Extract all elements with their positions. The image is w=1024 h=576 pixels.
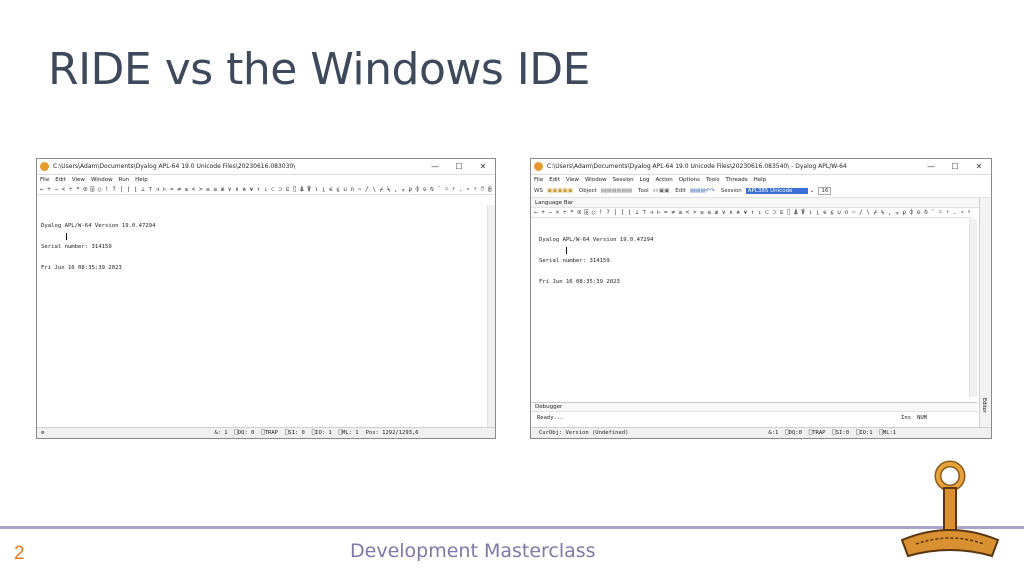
win-ide-language-bar[interactable]: ← + − × ÷ * ⍟ ⌹ ○ ! ? | ⌈ ⌊ ⊥ ⊤ ⊣ ⊢ = ≠ … — [531, 208, 973, 218]
win-ide-statusbar: CurObj: Version (Undefined) &:1 ⎕DQ:0 ⎕T… — [531, 427, 991, 438]
dyalog-app-icon — [534, 162, 543, 171]
win-ide-window-title: C:\Users\Adam\Documents\Dyalog APL-64 19… — [547, 163, 847, 170]
debugger-status: Ready... — [537, 415, 564, 421]
side-panel: Editor — [979, 198, 991, 438]
ride-vertical-scrollbar[interactable] — [487, 205, 495, 428]
debugger-header: Debugger — [531, 403, 977, 412]
maximize-icon[interactable]: ☐ — [447, 162, 471, 171]
menu-help[interactable]: Help — [135, 177, 148, 183]
menu-edit[interactable]: Edit — [549, 177, 560, 183]
menu-file[interactable]: File — [40, 177, 49, 183]
close-icon[interactable]: ✕ — [471, 162, 495, 171]
font-size-field[interactable]: 16 — [818, 187, 832, 195]
dyalog-app-icon — [40, 162, 49, 171]
status-ampersand: &: 1 — [214, 430, 228, 436]
session-line: Fri Jun 16 08:35:39 2023 — [539, 279, 620, 285]
slide-title: RIDE vs the Windows IDE — [48, 44, 590, 95]
ride-menubar: File Edit View Window Run Help — [37, 175, 495, 185]
debugger-title: Debugger — [535, 404, 563, 410]
side-label[interactable]: Editor — [981, 398, 987, 413]
win-ide-session-output[interactable]: Dyalog APL/W-64 Version 19.0.47294 Seria… — [539, 223, 654, 300]
toolbar-object-icons[interactable]: ▤▤▤▤▤▤ — [601, 188, 632, 194]
status-curobj: CurObj: Version (Undefined) — [539, 430, 629, 436]
status-si: ⎕SI:0 — [832, 430, 850, 436]
status-dq: ⎕DQ:0 — [785, 430, 802, 436]
edit-label: Edit — [675, 188, 686, 194]
ride-window-title: C:\Users\Adam\Documents\Dyalog APL-64 19… — [53, 163, 296, 170]
close-icon[interactable]: ✕ — [967, 162, 991, 171]
menu-threads[interactable]: Threads — [725, 177, 747, 183]
menu-view[interactable]: View — [566, 177, 579, 183]
ride-titlebar: C:\Users\Adam\Documents\Dyalog APL-64 19… — [37, 159, 495, 175]
menu-log[interactable]: Log — [640, 177, 650, 183]
status-io: ⎕IO:1 — [856, 430, 873, 436]
toolbar-edit-icons[interactable]: ▤▤▤↶↷ — [690, 188, 715, 194]
toolbar-ws-icons[interactable]: ▣▣▣▣▣ — [547, 188, 573, 194]
text-cursor — [566, 247, 567, 254]
win-ide-vertical-scrollbar[interactable] — [969, 219, 977, 397]
dyalog-logo-icon — [900, 460, 1000, 558]
win-ide-window: C:\Users\Adam\Documents\Dyalog APL-64 19… — [530, 158, 992, 439]
debugger-pane: Debugger Ready... Ins NUM — [531, 402, 977, 428]
session-line: Dyalog APL/W-64 Version 19.0.47294 — [41, 223, 156, 229]
tool-label: Tool — [638, 188, 649, 194]
text-cursor — [66, 233, 67, 240]
ins-indicator: Ins — [901, 415, 912, 421]
menu-window[interactable]: Window — [585, 177, 607, 183]
menu-window[interactable]: Window — [91, 177, 113, 183]
menu-edit[interactable]: Edit — [55, 177, 66, 183]
toolbar-tool-icons[interactable]: ⌕⌕▣▣ — [653, 188, 670, 195]
ride-statusbar: ⚙ &: 1 ⎕DQ: 0 ⎕TRAP ⎕SI: 0 ⎕IO: 1 ⎕ML: 1… — [37, 427, 495, 438]
win-ide-toolbar: WS ▣▣▣▣▣ Object ▤▤▤▤▤▤ Tool ⌕⌕▣▣ Edit ▤▤… — [531, 185, 991, 198]
session-line: Dyalog APL/W-64 Version 19.0.47294 — [539, 237, 654, 243]
session-line: Serial number: 314159 — [539, 258, 610, 264]
menu-tools[interactable]: Tools — [706, 177, 720, 183]
num-indicator: NUM — [917, 415, 927, 421]
status-dq: ⎕DQ: 0 — [234, 430, 255, 436]
session-label: Session — [720, 188, 742, 194]
menu-file[interactable]: File — [534, 177, 543, 183]
font-select[interactable]: APL385 Unicode — [745, 188, 808, 194]
menu-help[interactable]: Help — [754, 177, 767, 183]
win-ide-menubar: File Edit View Window Session Log Action… — [531, 175, 991, 185]
ride-session-output[interactable]: Dyalog APL/W-64 Version 19.0.47294 Seria… — [41, 209, 156, 286]
session-line: Serial number: 314159 — [41, 244, 112, 250]
menu-options[interactable]: Options — [679, 177, 700, 183]
minimize-icon[interactable]: — — [423, 162, 447, 171]
gear-icon[interactable]: ⚙ — [41, 430, 44, 436]
footer-title: Development Masterclass — [350, 540, 596, 562]
status-ml: ⎕ML: 1 — [338, 430, 359, 436]
debugger-body: Ready... Ins NUM — [531, 412, 977, 424]
minimize-icon[interactable]: — — [919, 162, 943, 171]
menu-view[interactable]: View — [72, 177, 85, 183]
menu-action[interactable]: Action — [655, 177, 672, 183]
status-si: ⎕SI: 0 — [285, 430, 305, 436]
menu-run[interactable]: Run — [119, 177, 130, 183]
object-label: Object — [578, 188, 597, 194]
ride-language-bar[interactable]: ← + − × ÷ * ⍟ ⌹ ○ ! ? | ⌈ ⌊ ⊥ ⊤ ⊣ ⊢ = ≠ … — [37, 185, 495, 195]
session-line: Fri Jun 16 08:35:39 2023 — [41, 265, 122, 271]
menu-session[interactable]: Session — [613, 177, 634, 183]
status-ampersand: &:1 — [768, 430, 779, 436]
ride-window: C:\Users\Adam\Documents\Dyalog APL-64 19… — [36, 158, 496, 439]
status-io: ⎕IO: 1 — [311, 430, 332, 436]
chevron-down-icon[interactable]: ⌄ — [810, 188, 815, 194]
footer-divider — [0, 526, 1024, 529]
status-trap: ⎕TRAP — [808, 430, 826, 436]
language-bar-title: Language Bar — [535, 199, 574, 206]
page-number: 2 — [14, 543, 25, 564]
status-pos: Pos: 1292/1293,6 — [365, 430, 419, 436]
status-trap: ⎕TRAP — [261, 430, 278, 436]
ws-label: WS — [534, 188, 543, 194]
win-ide-titlebar: C:\Users\Adam\Documents\Dyalog APL-64 19… — [531, 159, 991, 175]
status-ml: ⎕ML:1 — [879, 430, 897, 436]
language-bar-header: Language Bar — [531, 198, 991, 208]
maximize-icon[interactable]: ☐ — [943, 162, 967, 171]
